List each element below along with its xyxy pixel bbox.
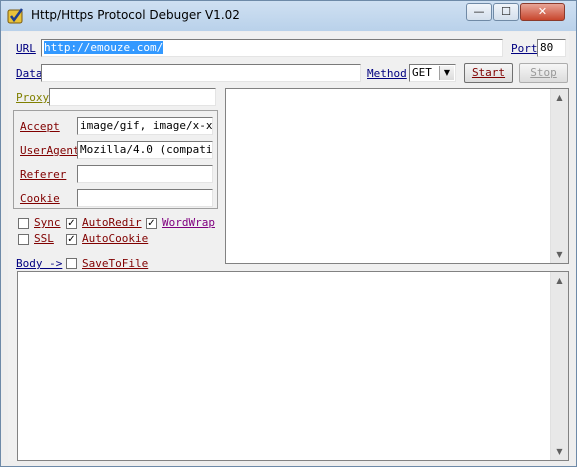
start-button[interactable]: Start [464,63,513,83]
method-value: GET [412,66,432,79]
stop-button: Stop [519,63,568,83]
sync-checkbox[interactable] [18,218,29,229]
savetofile-label[interactable]: SaveToFile [82,257,148,270]
accept-input[interactable]: image/gif, image/x-xbitmap [77,117,213,135]
scroll-up-icon[interactable]: ▲ [551,272,568,289]
referer-label: Referer [20,168,67,181]
ssl-checkbox[interactable] [18,234,29,245]
body-label: Body -> [16,257,63,270]
url-label: URL [16,42,36,55]
response-header-panel[interactable]: ▲ ▼ [225,88,569,264]
savetofile-checkbox[interactable] [66,258,77,269]
cookie-label: Cookie [20,192,60,205]
maximize-button[interactable]: ☐ [493,3,519,21]
url-selected-text: http://emouze.com/ [44,41,164,54]
minimize-button[interactable]: — [466,3,492,21]
scroll-down-icon[interactable]: ▼ [551,246,568,263]
title-bar[interactable]: Http/Https Protocol Debuger V1.02 — ☐ ✕ [1,1,576,31]
app-icon [7,8,24,24]
body-vertical-scrollbar[interactable]: ▲ ▼ [550,272,568,460]
data-label: Data [16,67,43,80]
scroll-down-icon[interactable]: ▼ [551,443,568,460]
checkmark-icon: ✓ [147,218,156,229]
wordwrap-checkbox[interactable]: ✓ [146,218,157,229]
useragent-label: UserAgent [20,144,80,157]
proxy-label: Proxy [16,91,50,104]
client-area: URL http://emouze.com/ Port 80 Data Meth… [8,32,569,461]
autocookie-checkbox[interactable]: ✓ [66,234,77,245]
app-window: Http/Https Protocol Debuger V1.02 — ☐ ✕ … [0,0,577,467]
accept-label: Accept [20,120,60,133]
useragent-input[interactable]: Mozilla/4.0 (compatible [77,141,213,159]
header-vertical-scrollbar[interactable]: ▲ ▼ [550,89,568,263]
sync-label[interactable]: Sync [34,216,61,229]
ssl-label[interactable]: SSL [34,232,54,245]
port-input[interactable]: 80 [537,39,566,57]
data-input[interactable] [41,64,361,82]
scroll-up-icon[interactable]: ▲ [551,89,568,106]
autoredir-label[interactable]: AutoRedir [82,216,142,229]
method-select[interactable]: GET ▼ [409,64,456,82]
window-title: Http/Https Protocol Debuger V1.02 [31,8,240,22]
proxy-input[interactable] [49,88,216,106]
checkmark-icon: ✓ [67,218,76,229]
method-label: Method [367,67,407,80]
autoredir-checkbox[interactable]: ✓ [66,218,77,229]
wordwrap-label[interactable]: WordWrap [162,216,215,229]
dropdown-arrow-icon[interactable]: ▼ [439,66,454,80]
autocookie-label[interactable]: AutoCookie [82,232,148,245]
response-body-panel[interactable]: ▲ ▼ [17,271,569,461]
referer-input[interactable] [77,165,213,183]
url-input[interactable]: http://emouze.com/ [41,39,503,57]
close-button[interactable]: ✕ [520,3,565,21]
checkmark-icon: ✓ [67,234,76,245]
cookie-input[interactable] [77,189,213,207]
port-label: Port [511,42,538,55]
